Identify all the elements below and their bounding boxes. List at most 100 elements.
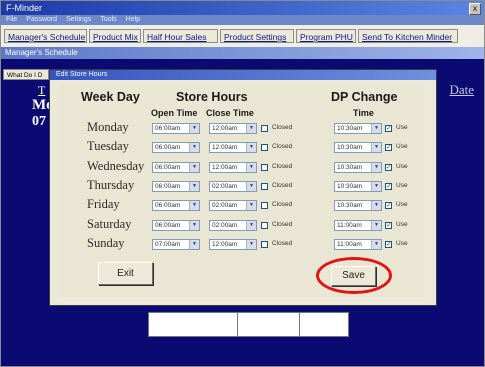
use-checkbox[interactable]: ✓ [385,221,392,229]
use-checkbox[interactable]: ✓ [385,240,392,248]
select-value: 02:00am [212,221,238,229]
menu-password[interactable]: Password [26,16,57,23]
select-value: 11:00am [337,240,362,248]
closed-label: Closed [272,220,293,228]
store-hours-header: Store Hours [176,90,248,104]
closed-checkbox[interactable] [261,240,268,248]
close-time-select[interactable]: 02:00am ▼ [209,219,257,231]
bottom-cells [148,312,349,337]
select-value: 10:30am [337,125,363,132]
chevron-down-icon: ▼ [246,181,256,191]
close-time-select[interactable]: 02:00am ▼ [209,180,257,192]
select-value: 10:30am [337,182,363,190]
close-time-select[interactable]: 12:00am ▼ [209,142,257,154]
open-time-select[interactable]: 07:00am ▼ [152,238,200,250]
tab-send-to-kitchen-minder[interactable]: Send To Kitchen Minder [358,29,458,43]
menu-file[interactable]: File [6,16,17,23]
closed-label: Closed [272,124,293,131]
chevron-down-icon: ▼ [371,239,381,249]
tab-program-phu[interactable]: Program PHU [296,29,356,43]
open-time-select[interactable]: 06:00am ▼ [152,200,200,212]
chevron-down-icon: ▼ [371,143,381,153]
close-icon[interactable]: x [469,3,481,15]
dp-time-select[interactable]: 10:30am ▼ [334,180,382,192]
select-value: 11:00am [337,221,362,229]
open-time-select[interactable]: 06:00am ▼ [152,123,200,134]
tab-product-settings[interactable]: Product Settings [220,29,294,43]
chevron-down-icon: ▼ [189,220,199,230]
menu-tools[interactable]: Tools [100,16,116,23]
select-value: 07:00am [155,240,181,248]
tab-half-hour-sales[interactable]: Half Hour Sales [143,29,218,43]
chevron-down-icon: ▼ [371,124,381,133]
use-checkbox[interactable]: ✓ [385,125,392,132]
close-time-select[interactable]: 02:00am ▼ [209,200,257,212]
open-time-select[interactable]: 06:00am ▼ [152,161,200,173]
tab-managers-schedule[interactable]: Manager's Schedule [4,29,87,43]
dp-time-select[interactable]: 10:30am ▼ [334,123,382,134]
cell-divider [299,313,300,336]
chevron-down-icon: ▼ [246,220,256,230]
title-bar: F-Minder x [1,1,484,15]
chevron-down-icon: ▼ [371,220,381,230]
schedule-header-bar: Manager's Schedule [1,47,484,59]
app-window: F-Minder x File Password Settings Tools Help… [0,0,485,367]
closed-label: Closed [272,143,293,151]
close-time-select[interactable]: 12:00am ▼ [209,123,257,134]
closed-label: Closed [272,181,293,189]
open-time-select[interactable]: 06:00am ▼ [152,219,200,231]
menu-help[interactable]: Help [126,16,140,23]
tab-strip: Manager's Schedule Product Mix Half Hour… [1,25,484,47]
tab-product-mix[interactable]: Product Mix [89,29,141,43]
close-time-select[interactable]: 12:00am ▼ [209,161,257,173]
select-value: 12:00am [212,125,238,132]
closed-checkbox[interactable] [261,144,268,152]
open-time-select[interactable]: 06:00am ▼ [152,180,200,192]
use-checkbox[interactable]: ✓ [385,163,392,171]
closed-checkbox[interactable] [261,221,268,229]
open-time-select[interactable]: 06:00am ▼ [152,142,200,154]
dialog-title: Edit Store Hours [56,71,108,78]
select-value: 06:00am [155,202,181,210]
chevron-down-icon: ▼ [246,143,256,153]
use-label: Use [396,181,408,189]
use-checkbox[interactable]: ✓ [385,202,392,210]
date-link[interactable]: Date [449,82,474,98]
what-do-i-do-tab[interactable]: What Do I D [3,69,49,80]
select-value: 12:00am [212,240,238,248]
dp-time-select[interactable]: 11:00am ▼ [334,238,382,250]
chevron-down-icon: ▼ [246,162,256,172]
menu-settings[interactable]: Settings [66,16,91,23]
dp-change-header: DP Change [331,90,398,104]
use-label: Use [396,201,408,209]
chevron-down-icon: ▼ [246,124,256,133]
use-checkbox[interactable]: ✓ [385,144,392,152]
closed-checkbox[interactable] [261,163,268,171]
use-label: Use [396,143,408,151]
dp-time-select[interactable]: 10:30am ▼ [334,200,382,212]
closed-checkbox[interactable] [261,202,268,210]
chevron-down-icon: ▼ [189,239,199,249]
select-value: 06:00am [155,221,181,229]
day-label: Saturday [87,216,132,231]
partial-date: 07 [32,114,46,129]
chevron-down-icon: ▼ [246,201,256,211]
closed-label: Closed [272,239,293,247]
close-time-select[interactable]: 12:00am ▼ [209,238,257,250]
exit-button[interactable]: Exit [98,262,153,285]
dp-time-select[interactable]: 11:00am ▼ [334,219,382,231]
select-value: 02:00am [212,182,238,190]
chevron-down-icon: ▼ [189,162,199,172]
use-checkbox[interactable]: ✓ [385,182,392,190]
select-value: 02:00am [212,202,238,210]
dp-time-select[interactable]: 10:30am ▼ [334,161,382,173]
dp-time-select[interactable]: 10:30am ▼ [334,142,382,154]
schedule-title: Manager's Schedule [5,48,78,57]
closed-checkbox[interactable] [261,125,268,132]
closed-checkbox[interactable] [261,182,268,190]
chevron-down-icon: ▼ [189,201,199,211]
use-label: Use [396,162,408,170]
chevron-down-icon: ▼ [371,181,381,191]
menu-bar: File Password Settings Tools Help [1,15,484,25]
week-day-header: Week Day [81,90,140,104]
